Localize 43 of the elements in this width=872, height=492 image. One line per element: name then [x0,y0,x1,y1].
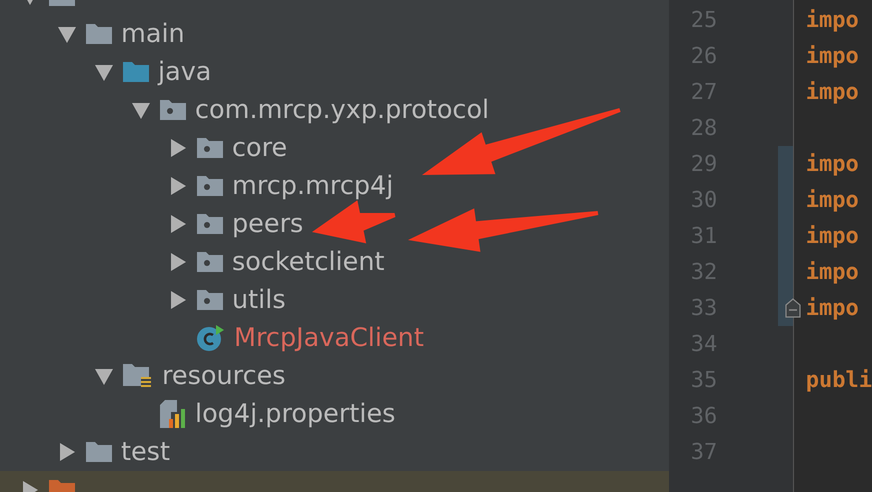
package-icon [196,250,224,274]
collapse-arrow-icon[interactable] [94,62,114,82]
package-icon [196,136,224,160]
collapse-arrow-icon[interactable] [57,24,77,44]
code-line: publi [806,368,872,392]
package-icon [196,288,224,312]
tree-item-label[interactable]: test [121,437,170,467]
tree-item-label[interactable]: MrcpJavaClient [234,323,424,353]
collapse-arrow-icon[interactable] [131,100,151,120]
tree-item-label[interactable]: core [232,133,288,163]
class-icon [196,323,226,353]
tree-item-label[interactable]: com.mrcp.yxp.protocol [195,95,490,125]
code-line: impo [806,8,859,32]
folder-icon [85,22,113,46]
tree-item-label[interactable]: java [158,57,212,87]
package-icon [159,98,187,122]
folder-icon [122,60,150,84]
code-line: impo [806,224,859,248]
tree-item-label[interactable]: peers [232,209,304,239]
tree-item-label[interactable]: resources [162,361,286,391]
tree-item-label[interactable]: main [121,19,185,49]
tree-item-label[interactable]: utils [232,285,286,315]
resource-folder-icon [122,362,154,390]
code-line: impo [806,260,859,284]
code-line: impo [806,296,859,320]
properties-file-icon [159,399,187,429]
tree-item-label[interactable]: log4j.properties [195,399,396,429]
expand-arrow-icon[interactable] [168,252,188,272]
tree-item-label[interactable]: mrcp.mrcp4j [232,171,394,201]
expand-arrow-icon[interactable] [57,442,77,462]
folder-icon [85,440,113,464]
tree-item-label[interactable]: socketclient [232,247,384,277]
collapse-arrow-icon[interactable] [94,366,114,386]
expand-arrow-icon[interactable] [168,176,188,196]
expand-arrow-icon[interactable] [168,290,188,310]
expand-arrow-icon[interactable] [168,138,188,158]
expand-arrow-icon[interactable] [168,214,188,234]
code-line: impo [806,80,859,104]
code-line: impo [806,152,859,176]
code-line: impo [806,44,859,68]
package-icon [196,174,224,198]
package-icon [196,212,224,236]
code-line: impo [806,188,859,212]
